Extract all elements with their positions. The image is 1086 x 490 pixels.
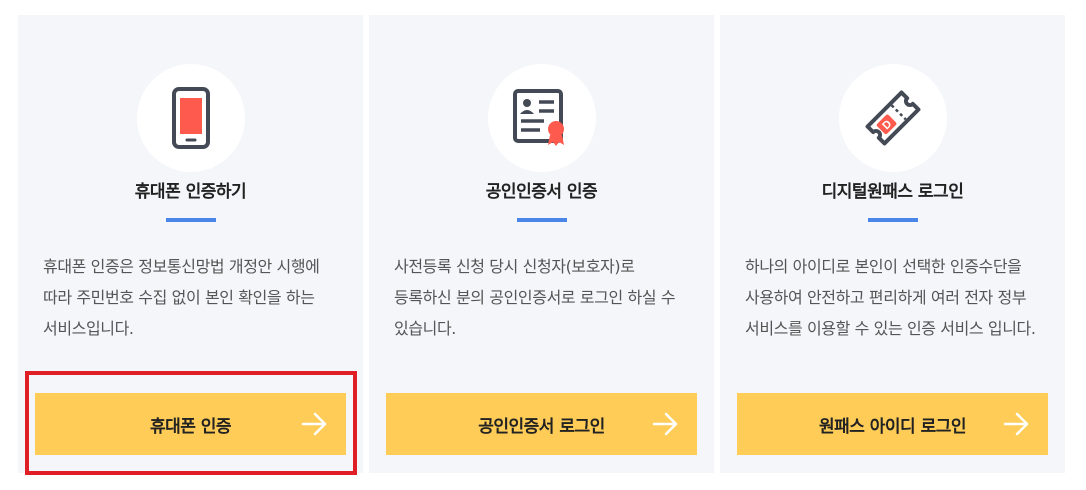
digital-onepass-ticket-icon: D bbox=[865, 90, 920, 146]
certificate-login-button[interactable]: 공인인증서 로그인 bbox=[386, 393, 697, 455]
arrow-right-icon bbox=[301, 412, 327, 436]
title-underline bbox=[516, 218, 567, 222]
onepass-login-button[interactable]: 원패스 아이디 로그인 bbox=[737, 393, 1048, 455]
arrow-right-icon bbox=[652, 412, 678, 436]
arrow-right-icon bbox=[1003, 412, 1029, 436]
card-description: 하나의 아이디로 본인이 선택한 인증수단을 사용하여 안전하고 편리하게 여러… bbox=[745, 257, 1036, 338]
title-underline bbox=[165, 218, 216, 222]
title-underline bbox=[867, 218, 918, 222]
card-certificate: 공인인증서 인증 사전등록 신청 당시 신청자(보호자)로 등록하신 분의 공인… bbox=[369, 15, 714, 473]
card-title: 휴대폰 인증하기 bbox=[134, 182, 247, 202]
mobile-icon-container bbox=[136, 64, 245, 172]
card-title: 공인인증서 인증 bbox=[485, 182, 598, 202]
mobile-verify-button[interactable]: 휴대폰 인증 bbox=[35, 393, 346, 455]
card-mobile-verification: 휴대폰 인증하기 휴대폰 인증은 정보통신망법 개정안 시행에 따라 주민번호 … bbox=[18, 15, 363, 473]
button-label: 원패스 아이디 로그인 bbox=[818, 416, 967, 437]
card-digital-onepass: D 디지털원패스 로그인 하나의 아이디로 본인이 선택한 인증수단을 사용하여… bbox=[720, 15, 1065, 473]
card-description: 휴대폰 인증은 정보통신망법 개정안 시행에 따라 주민번호 수집 없이 본인 … bbox=[43, 257, 320, 338]
certificate-icon-container bbox=[487, 64, 596, 172]
card-title: 디지털원패스 로그인 bbox=[821, 182, 964, 202]
mobile-phone-icon bbox=[171, 87, 210, 149]
card-description: 사전등록 신청 당시 신청자(보호자)로 등록하신 분의 공인인증서로 로그인 … bbox=[394, 257, 676, 338]
button-label: 휴대폰 인증 bbox=[149, 416, 232, 437]
button-label: 공인인증서 로그인 bbox=[478, 416, 605, 437]
certificate-icon bbox=[512, 89, 564, 146]
onepass-icon-container: D bbox=[838, 64, 947, 172]
